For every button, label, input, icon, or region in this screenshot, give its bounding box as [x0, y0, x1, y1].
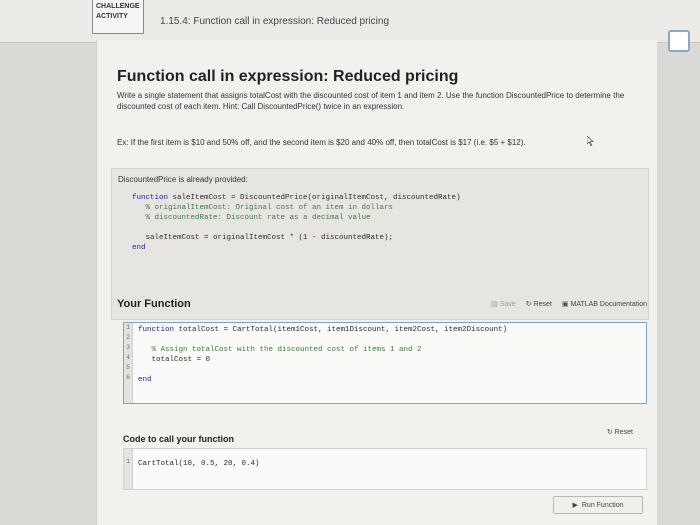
call-section-title: Code to call your function	[123, 434, 235, 444]
line-number: 3	[126, 344, 130, 351]
play-icon: ▶	[572, 502, 578, 509]
save-button[interactable]: ▤ Save	[491, 300, 516, 308]
line-number-gutter: 1 2 3 4 5 6	[124, 323, 133, 403]
call-reset-button[interactable]: ↻ Reset	[607, 428, 633, 436]
activity-card: Function call in expression: Reduced pri…	[96, 40, 657, 525]
instructions-text: Write a single statement that assigns to…	[117, 91, 625, 111]
provided-code-line: end	[132, 244, 146, 252]
call-code[interactable]: CartTotal(10, 0.5, 20, 0.4)	[138, 459, 260, 469]
reset-icon: ↻	[525, 301, 532, 308]
call-code-editor[interactable]: 1 CartTotal(10, 0.5, 20, 0.4)	[123, 448, 647, 490]
run-function-button[interactable]: ▶ Run Function	[553, 496, 643, 514]
your-function-title: Your Function	[117, 298, 191, 310]
function-code-line: % Assign totalCost with the discounted c…	[138, 346, 422, 354]
save-icon: ▤	[491, 301, 498, 308]
provided-code-line: % originalItemCost: Original cost of an …	[132, 204, 394, 212]
your-function-toolbar: Your Function ▤ Save ↻ Reset ▣ MATLAB Docum…	[117, 298, 647, 314]
function-code-line: end	[138, 376, 152, 384]
function-code-line	[138, 335, 507, 345]
mouse-cursor-icon	[587, 136, 594, 146]
provided-code-line: function saleItemCost = DiscountedPrice(…	[132, 194, 461, 202]
page-title: Function call in expression: Reduced pri…	[117, 68, 459, 85]
provided-label: DiscountedPrice is already provided:	[118, 175, 248, 184]
matlab-documentation-link[interactable]: ▣ MATLAB Documentation	[562, 300, 647, 308]
provided-code-line	[132, 223, 461, 233]
line-number: 1	[126, 324, 130, 331]
completion-checkbox[interactable]	[668, 30, 690, 52]
line-number: 5	[126, 364, 130, 371]
function-code-line: function totalCost = CartTotal(item1Cost…	[138, 326, 508, 334]
reset-button[interactable]: ↻ Reset	[526, 300, 552, 308]
reset-icon: ↻	[606, 429, 613, 436]
example-text: Ex: If the first item is $10 and 50% off…	[117, 138, 526, 147]
function-code-editor[interactable]: 1 2 3 4 5 6 function totalCost = CartTotal(it…	[123, 322, 647, 404]
function-code-line	[138, 365, 507, 375]
line-number: 2	[126, 334, 130, 341]
challenge-activity-label: CHALLENGE ACTIVITY	[92, 0, 144, 34]
line-number: 6	[126, 374, 130, 381]
provided-code: function saleItemCost = DiscountedPrice(…	[132, 193, 461, 253]
function-code[interactable]: function totalCost = CartTotal(item1Cost…	[138, 325, 507, 385]
call-line-gutter: 1	[124, 449, 133, 489]
matlab-docs-icon: ▣	[561, 301, 569, 308]
provided-code-line: saleItemCost = originalItemCost * (1 - d…	[132, 234, 394, 242]
line-number: 4	[126, 354, 130, 361]
function-code-line: totalCost = 0	[138, 356, 211, 364]
activity-header: CHALLENGE ACTIVITY 1.15.4: Function call…	[0, 0, 700, 43]
provided-code-line: % discountedRate: Discount rate as a dec…	[132, 214, 371, 222]
activity-title: 1.15.4: Function call in expression: Red…	[160, 16, 390, 27]
